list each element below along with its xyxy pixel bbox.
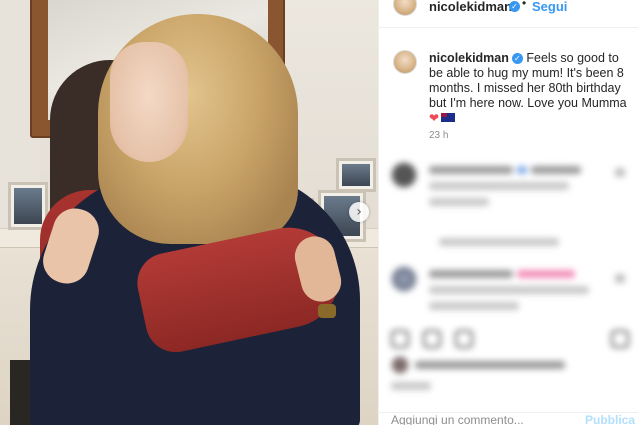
publish-button[interactable]: Pubblica: [585, 413, 635, 425]
add-comment-bar: Pubblica: [379, 411, 638, 425]
post-header: nicolekidman ✓ • Segui: [379, 0, 638, 28]
avatar[interactable]: [391, 162, 417, 188]
red-heart-icon: ❤: [429, 111, 440, 125]
comment-input[interactable]: [391, 411, 581, 425]
separator-dot: •: [522, 0, 527, 10]
post-photo[interactable]: ›: [0, 0, 378, 425]
post-actions: [391, 328, 631, 354]
save-icon[interactable]: [611, 330, 629, 348]
avatar[interactable]: [391, 266, 417, 292]
like-comment-icon[interactable]: [615, 274, 625, 283]
header-username[interactable]: nicolekidman: [429, 0, 512, 14]
verified-badge-icon: ✓: [511, 53, 523, 64]
post-time[interactable]: 23 h: [429, 130, 448, 141]
woman-face: [110, 42, 188, 162]
next-photo-button[interactable]: ›: [349, 202, 369, 222]
verified-badge-icon: ✓: [509, 1, 520, 12]
caption-username[interactable]: nicolekidman: [429, 51, 509, 65]
caption-text: nicolekidman ✓ Feels so good to be able t…: [429, 51, 633, 126]
chevron-right-icon: ›: [356, 204, 362, 220]
share-icon[interactable]: [455, 330, 473, 348]
avatar[interactable]: [393, 50, 417, 74]
comment-item: [391, 266, 631, 316]
watch: [318, 304, 336, 318]
likes-summary: [391, 356, 631, 396]
photo-frame: [336, 158, 376, 192]
comment-item: [391, 162, 631, 212]
follow-button[interactable]: Segui: [532, 0, 567, 14]
post-side-panel: nicolekidman ✓ • Segui nicolekidman ✓ Fee…: [378, 0, 638, 425]
avatar: [391, 356, 409, 374]
like-icon[interactable]: [391, 330, 409, 348]
comment-icon[interactable]: [423, 330, 441, 348]
avatar[interactable]: [393, 0, 417, 16]
like-comment-icon[interactable]: [615, 168, 625, 177]
australia-flag-icon: [441, 113, 456, 122]
